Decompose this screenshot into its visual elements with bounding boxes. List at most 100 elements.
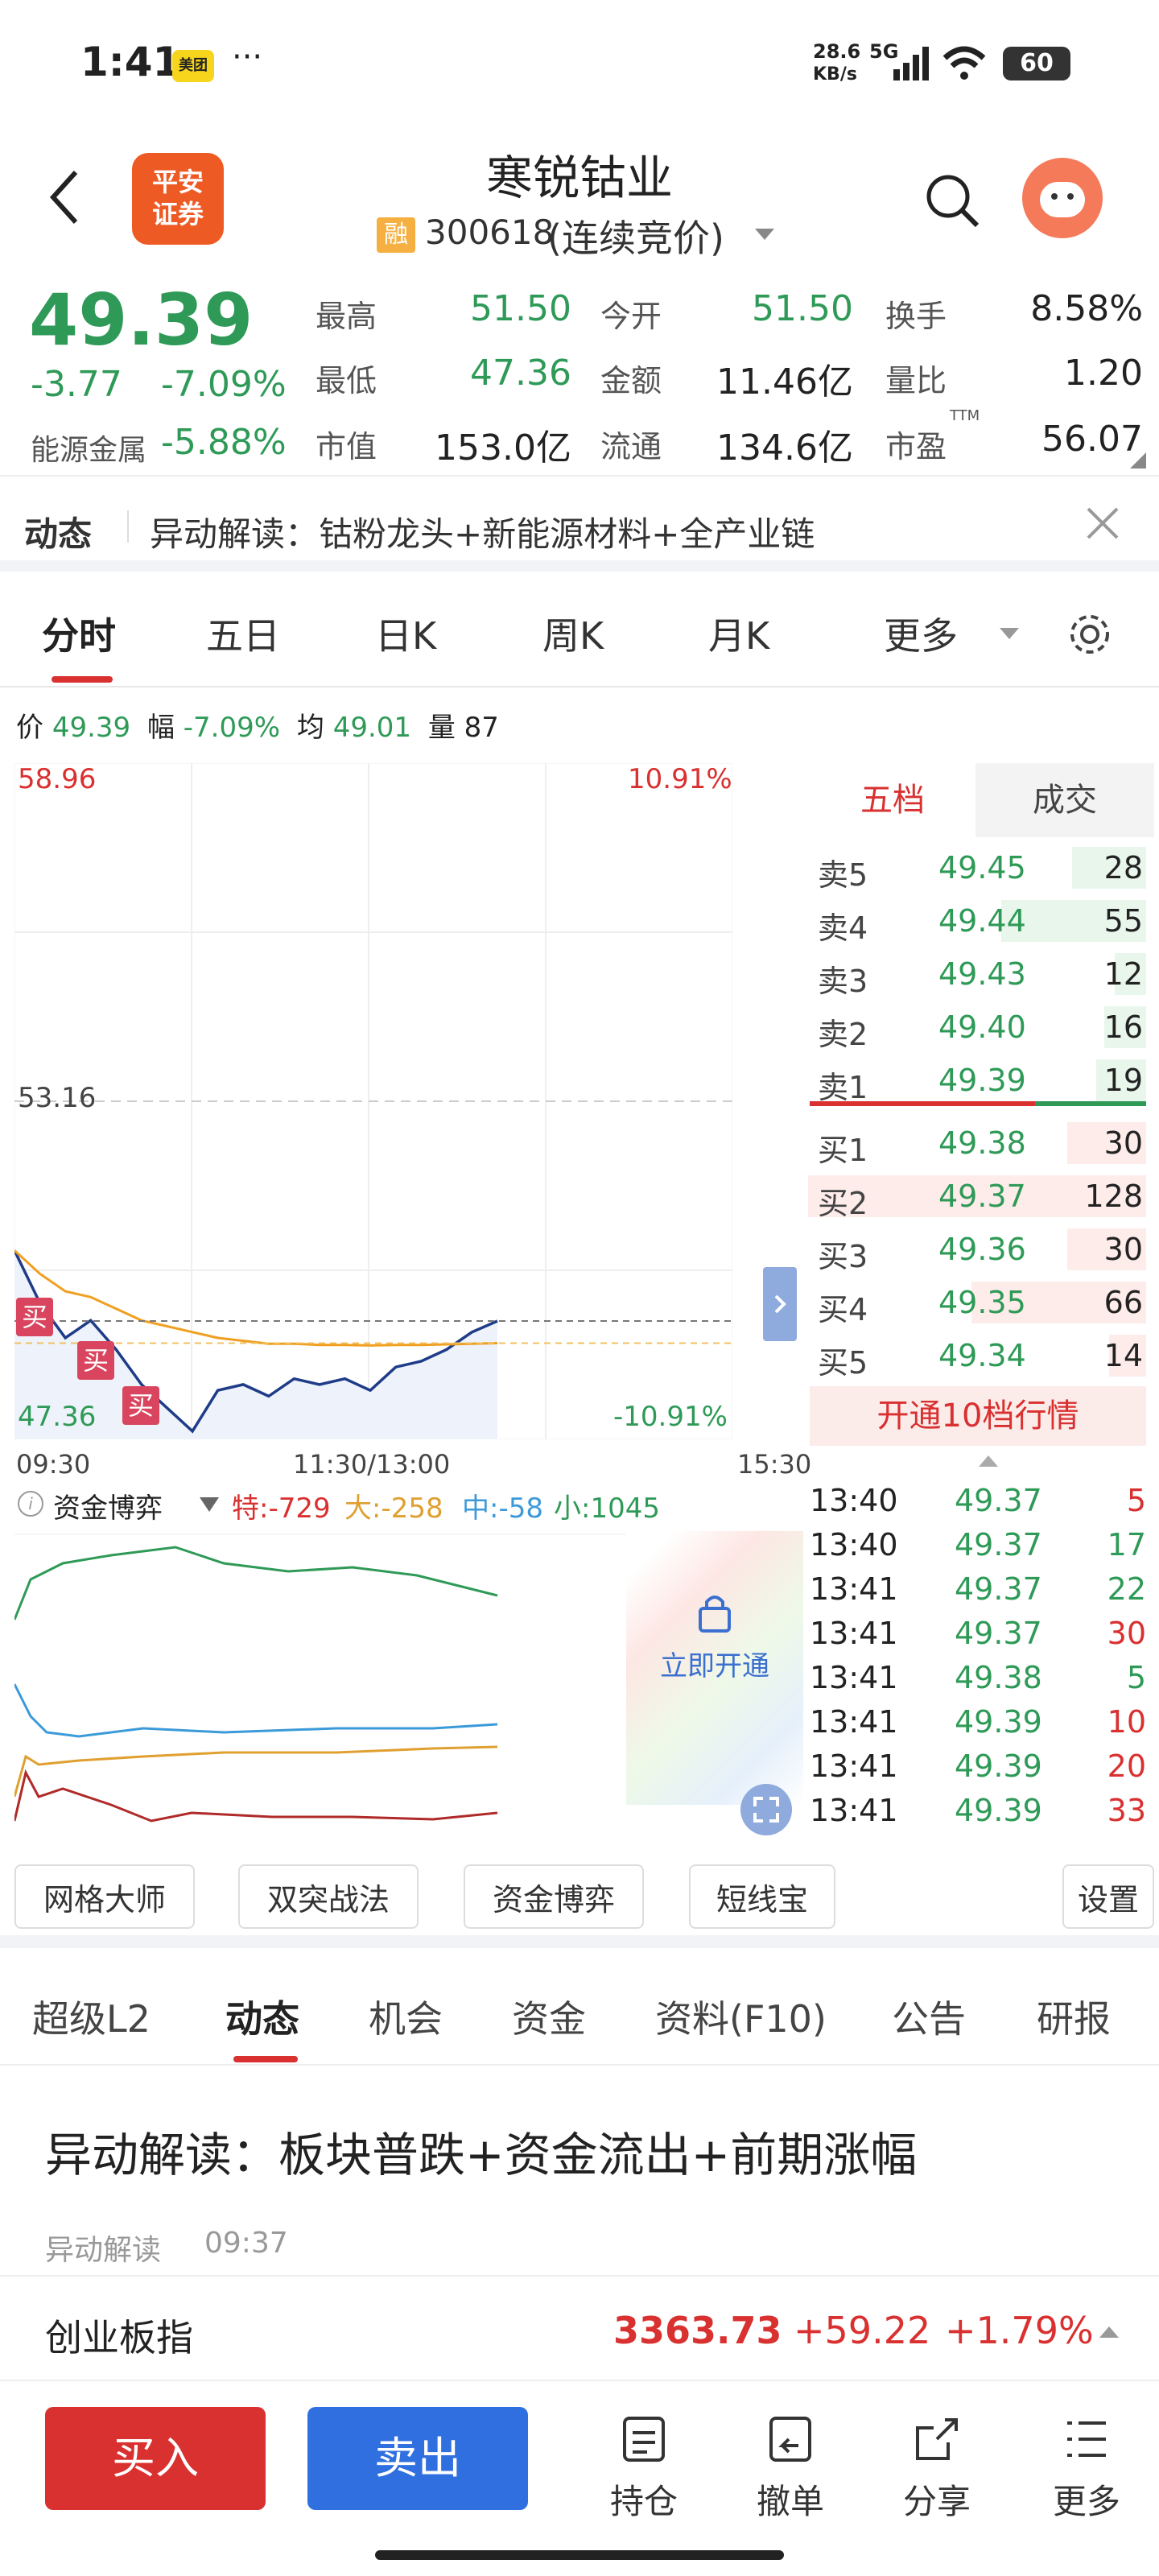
tab-five-day[interactable]: 五日 <box>206 607 280 660</box>
dual-breakout-button[interactable]: 双突战法 <box>238 1864 419 1929</box>
buy-marker[interactable]: 买 <box>77 1341 114 1380</box>
intraday-chart[interactable] <box>14 763 732 1439</box>
unlock-text[interactable]: 立即开通 <box>660 1644 769 1683</box>
settings-button[interactable]: 设置 <box>1062 1864 1154 1929</box>
bid-row[interactable]: 买1 49.38 30 <box>810 1119 1154 1168</box>
chevron-down-icon[interactable] <box>998 626 1021 641</box>
fund-medium: 中:-58 <box>462 1492 543 1525</box>
tab-active-indicator <box>52 676 113 683</box>
fund-game-button[interactable]: 资金博弈 <box>464 1864 644 1929</box>
grid-master-button[interactable]: 网格大师 <box>14 1864 195 1929</box>
close-icon[interactable] <box>1085 506 1120 541</box>
meituan-badge: 美团 <box>172 50 214 82</box>
tab-month-k[interactable]: 月K <box>708 607 769 660</box>
tick-price: 49.39 <box>955 1704 1042 1740</box>
news-item[interactable]: 异动解读：板块普跌+资金流出+前期涨幅 异动解读 09:37 <box>0 2069 1159 2278</box>
buy-marker[interactable]: 买 <box>122 1386 159 1425</box>
tab-dynamic[interactable]: 动态 <box>225 1990 299 2043</box>
chart-tabs: 分时 五日 日K 周K 月K 更多 <box>0 583 1159 687</box>
tick-price: 49.37 <box>955 1483 1042 1518</box>
short-line-button[interactable]: 短线宝 <box>689 1864 835 1929</box>
level-price: 49.44 <box>938 903 1026 939</box>
level-volume: 19 <box>1103 1063 1143 1098</box>
index-bar[interactable]: 创业板指 3363.73 +59.22 +1.79% <box>0 2275 1159 2381</box>
ask-row[interactable]: 卖5 49.45 28 <box>810 844 1154 893</box>
cancel-order-button[interactable]: 撤单 <box>742 2415 839 2521</box>
search-icon[interactable] <box>924 172 980 229</box>
unlock-overlay[interactable]: 立即开通 <box>626 1531 803 1805</box>
level-price: 49.36 <box>938 1232 1026 1267</box>
tab-f10[interactable]: 资料(F10) <box>655 1990 827 2043</box>
top-bar: 平安 证券 寒锐钴业 融 300618 (连续竞价) <box>0 129 1159 274</box>
tab-funds[interactable]: 资金 <box>512 1990 586 2043</box>
fullscreen-button[interactable] <box>740 1784 792 1835</box>
trading-status[interactable]: (连续竞价) <box>547 209 724 262</box>
bid-row[interactable]: 买3 49.36 30 <box>810 1225 1154 1274</box>
x-end-label: 15:30 <box>737 1449 812 1480</box>
stock-title: 寒锐钴业 <box>485 151 673 205</box>
tab-week-k[interactable]: 周K <box>542 607 604 660</box>
ask-row[interactable]: 卖4 49.44 55 <box>810 897 1154 946</box>
dynamic-label: 动态 <box>24 514 93 554</box>
divider <box>127 510 129 543</box>
tab-intraday[interactable]: 分时 <box>42 607 116 660</box>
more-button[interactable]: 更多 <box>1038 2415 1135 2521</box>
news-headline[interactable]: 异动解读：板块普跌+资金流出+前期涨幅 <box>45 2117 917 2185</box>
chevron-up-icon[interactable] <box>1098 2323 1120 2339</box>
avatar[interactable] <box>1022 158 1103 238</box>
fund-small: 小:1045 <box>554 1492 660 1525</box>
gear-icon[interactable] <box>1067 612 1112 657</box>
info-icon[interactable]: i <box>18 1491 43 1517</box>
tab-day-k[interactable]: 日K <box>375 607 436 660</box>
sector-name[interactable]: 能源金属 <box>31 427 146 469</box>
dynamic-banner[interactable]: 动态 异动解读：钴粉龙头+新能源材料+全产业链 <box>0 475 1159 572</box>
buy-marker[interactable]: 买 <box>16 1298 53 1336</box>
bid-row[interactable]: 买2 49.37 128 <box>808 1172 1154 1221</box>
ask-row[interactable]: 卖2 49.40 16 <box>810 1003 1154 1052</box>
y-top-label: 58.96 <box>18 763 97 795</box>
tab-research[interactable]: 研报 <box>1037 1990 1111 2043</box>
tab-opportunity[interactable]: 机会 <box>369 1990 443 2043</box>
low-value: 47.36 <box>470 353 571 394</box>
margin-badge: 融 <box>377 217 415 253</box>
expand-panel-button[interactable] <box>763 1267 797 1341</box>
buy-button[interactable]: 买入 <box>45 2407 266 2510</box>
tick-volume: 5 <box>1126 1483 1146 1518</box>
tab-more[interactable]: 更多 <box>884 607 958 660</box>
menu-icon <box>1067 2421 1106 2457</box>
fund-label[interactable]: 资金博弈 <box>53 1486 163 1525</box>
broker-logo[interactable]: 平安 证券 <box>132 153 224 245</box>
back-icon[interactable] <box>48 169 80 225</box>
chevron-up-icon[interactable] <box>977 1452 1000 1468</box>
index-change: +59.22 <box>794 2309 931 2352</box>
bottom-toolbar: 买入 卖出 持仓 撤单 分享 更多 <box>0 2383 1159 2576</box>
mcap-value: 153.0亿 <box>435 427 571 469</box>
ask-levels: 卖5 49.45 28 卖4 49.44 55 卖3 49.43 12 卖2 49.40 16 卖1 49… <box>810 837 1154 1111</box>
level-label: 卖1 <box>818 1070 868 1105</box>
level-label: 卖2 <box>818 1017 868 1052</box>
bid-row[interactable]: 买4 49.35 66 <box>810 1278 1154 1327</box>
level-label: 卖4 <box>818 910 868 946</box>
share-button[interactable]: 分享 <box>889 2415 985 2521</box>
large-fund-line <box>14 1745 498 1798</box>
bid-row[interactable]: 买5 49.34 14 <box>810 1331 1154 1381</box>
tick-time: 13:41 <box>810 1571 898 1607</box>
share-icon <box>916 2418 958 2460</box>
chevron-down-icon[interactable] <box>198 1496 221 1513</box>
tab-five-levels[interactable]: 五档 <box>810 763 975 837</box>
hold-button[interactable]: 持仓 <box>596 2415 692 2521</box>
tab-announcements[interactable]: 公告 <box>892 1990 966 2043</box>
sell-button[interactable]: 卖出 <box>307 2407 528 2510</box>
more-label: 更多 <box>1053 2482 1121 2521</box>
ask-row[interactable]: 卖1 49.39 19 <box>810 1056 1154 1105</box>
chevron-down-icon[interactable] <box>753 227 776 242</box>
tab-super-l2[interactable]: 超级L2 <box>32 1990 151 2043</box>
low-label: 最低 <box>316 363 377 398</box>
ask-row[interactable]: 卖3 49.43 12 <box>810 950 1154 999</box>
level-price: 49.40 <box>938 1009 1026 1045</box>
open-10-levels-button[interactable]: 开通10档行情 <box>810 1386 1146 1446</box>
bid-levels: 买1 49.38 30 买2 49.37 128 买3 49.36 30 买4 49.35 66 买5 4… <box>808 1113 1154 1386</box>
level-volume: 16 <box>1103 1009 1143 1045</box>
corner-triangle-icon <box>1130 452 1146 469</box>
tab-trades[interactable]: 成交 <box>975 763 1154 837</box>
